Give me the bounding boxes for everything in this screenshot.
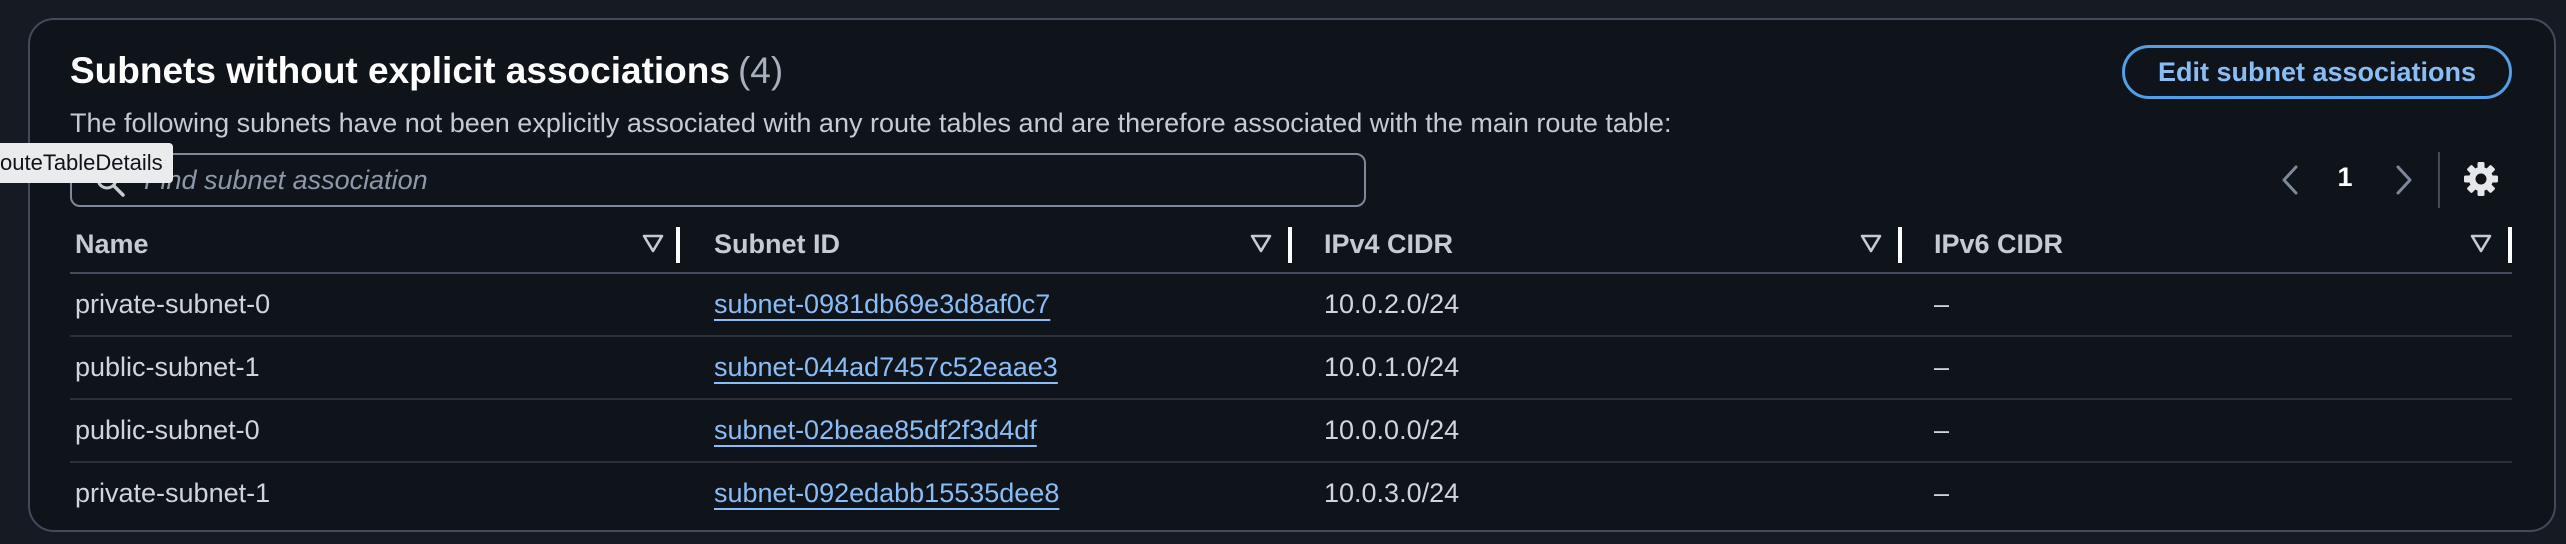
column-resizer[interactable] [2508, 227, 2512, 263]
pagination-divider [2438, 152, 2440, 208]
column-resizer[interactable] [1288, 227, 1292, 263]
table-row: private-subnet-0 subnet-0981db69e3d8af0c… [70, 274, 2512, 337]
subnet-id-link[interactable]: subnet-092edabb15535dee8 [714, 478, 1059, 509]
column-header-ipv4-cidr[interactable]: IPv4 CIDR [1324, 216, 1453, 272]
cell-ipv4-cidr: 10.0.0.0/24 [1324, 415, 1460, 445]
subnets-table: Name Subnet ID IPv4 CIDR IPv6 CIDR priva… [70, 216, 2512, 524]
subnet-id-link[interactable]: subnet-044ad7457c52eaae3 [714, 352, 1058, 383]
page: Subnets without explicit associations (4)… [0, 0, 2566, 544]
panel-title: Subnets without explicit associations (4) [70, 50, 783, 92]
search-field[interactable] [70, 153, 1366, 207]
cell-ipv4-cidr: 10.0.2.0/24 [1324, 289, 1460, 319]
cell-ipv4-cidr: 10.0.3.0/24 [1324, 478, 1460, 508]
cell-name: private-subnet-1 [75, 478, 271, 508]
panel-count: (4) [737, 50, 784, 91]
chevron-right-icon[interactable] [2388, 162, 2418, 198]
gear-icon[interactable] [2462, 160, 2500, 198]
column-resizer[interactable] [676, 227, 680, 263]
column-header-label: IPv6 CIDR [1934, 228, 2064, 259]
panel-title-text: Subnets without explicit associations [70, 50, 730, 91]
cell-subnet-id: subnet-0981db69e3d8af0c7 [714, 274, 1050, 335]
cell-name: public-subnet-0 [75, 415, 260, 445]
column-header-name[interactable]: Name [75, 216, 149, 272]
column-header-ipv6-cidr[interactable]: IPv6 CIDR [1934, 216, 2063, 272]
cell-ipv6-cidr: – [1934, 289, 1950, 319]
cell-ipv6-cidr: – [1934, 415, 1950, 445]
edit-subnet-associations-button[interactable]: Edit subnet associations [2122, 45, 2512, 99]
column-header-label: Name [75, 228, 149, 259]
cell-ipv6-cidr: – [1934, 352, 1950, 382]
cell-name: private-subnet-0 [75, 289, 271, 319]
panel-description: The following subnets have not been expl… [70, 108, 1672, 138]
table-row: public-subnet-1 subnet-044ad7457c52eaae3… [70, 337, 2512, 400]
cell-ipv4-cidr: 10.0.1.0/24 [1324, 352, 1460, 382]
filter-icon[interactable] [2470, 234, 2492, 254]
page-number[interactable]: 1 [2330, 162, 2360, 193]
cell-subnet-id: subnet-02beae85df2f3d4df [714, 400, 1037, 461]
column-header-label: IPv4 CIDR [1324, 228, 1454, 259]
column-header-label: Subnet ID [714, 228, 840, 259]
cell-ipv6-cidr: – [1934, 478, 1950, 508]
cell-name: public-subnet-1 [75, 352, 260, 382]
tooltip: outeTableDetails [0, 143, 173, 183]
subnet-id-link[interactable]: subnet-02beae85df2f3d4df [714, 415, 1037, 446]
table-row: private-subnet-1 subnet-092edabb15535dee… [70, 463, 2512, 524]
search-input[interactable] [144, 155, 1244, 205]
filter-icon[interactable] [1860, 234, 1882, 254]
subnet-id-link[interactable]: subnet-0981db69e3d8af0c7 [714, 289, 1050, 320]
cell-subnet-id: subnet-044ad7457c52eaae3 [714, 337, 1058, 398]
filter-icon[interactable] [642, 234, 664, 254]
column-resizer[interactable] [1898, 227, 1902, 263]
column-header-subnet-id[interactable]: Subnet ID [714, 216, 840, 272]
filter-icon[interactable] [1250, 234, 1272, 254]
table-row: public-subnet-0 subnet-02beae85df2f3d4df… [70, 400, 2512, 463]
table-header: Name Subnet ID IPv4 CIDR IPv6 CIDR [70, 216, 2512, 274]
cell-subnet-id: subnet-092edabb15535dee8 [714, 463, 1059, 524]
chevron-left-icon[interactable] [2276, 162, 2306, 198]
